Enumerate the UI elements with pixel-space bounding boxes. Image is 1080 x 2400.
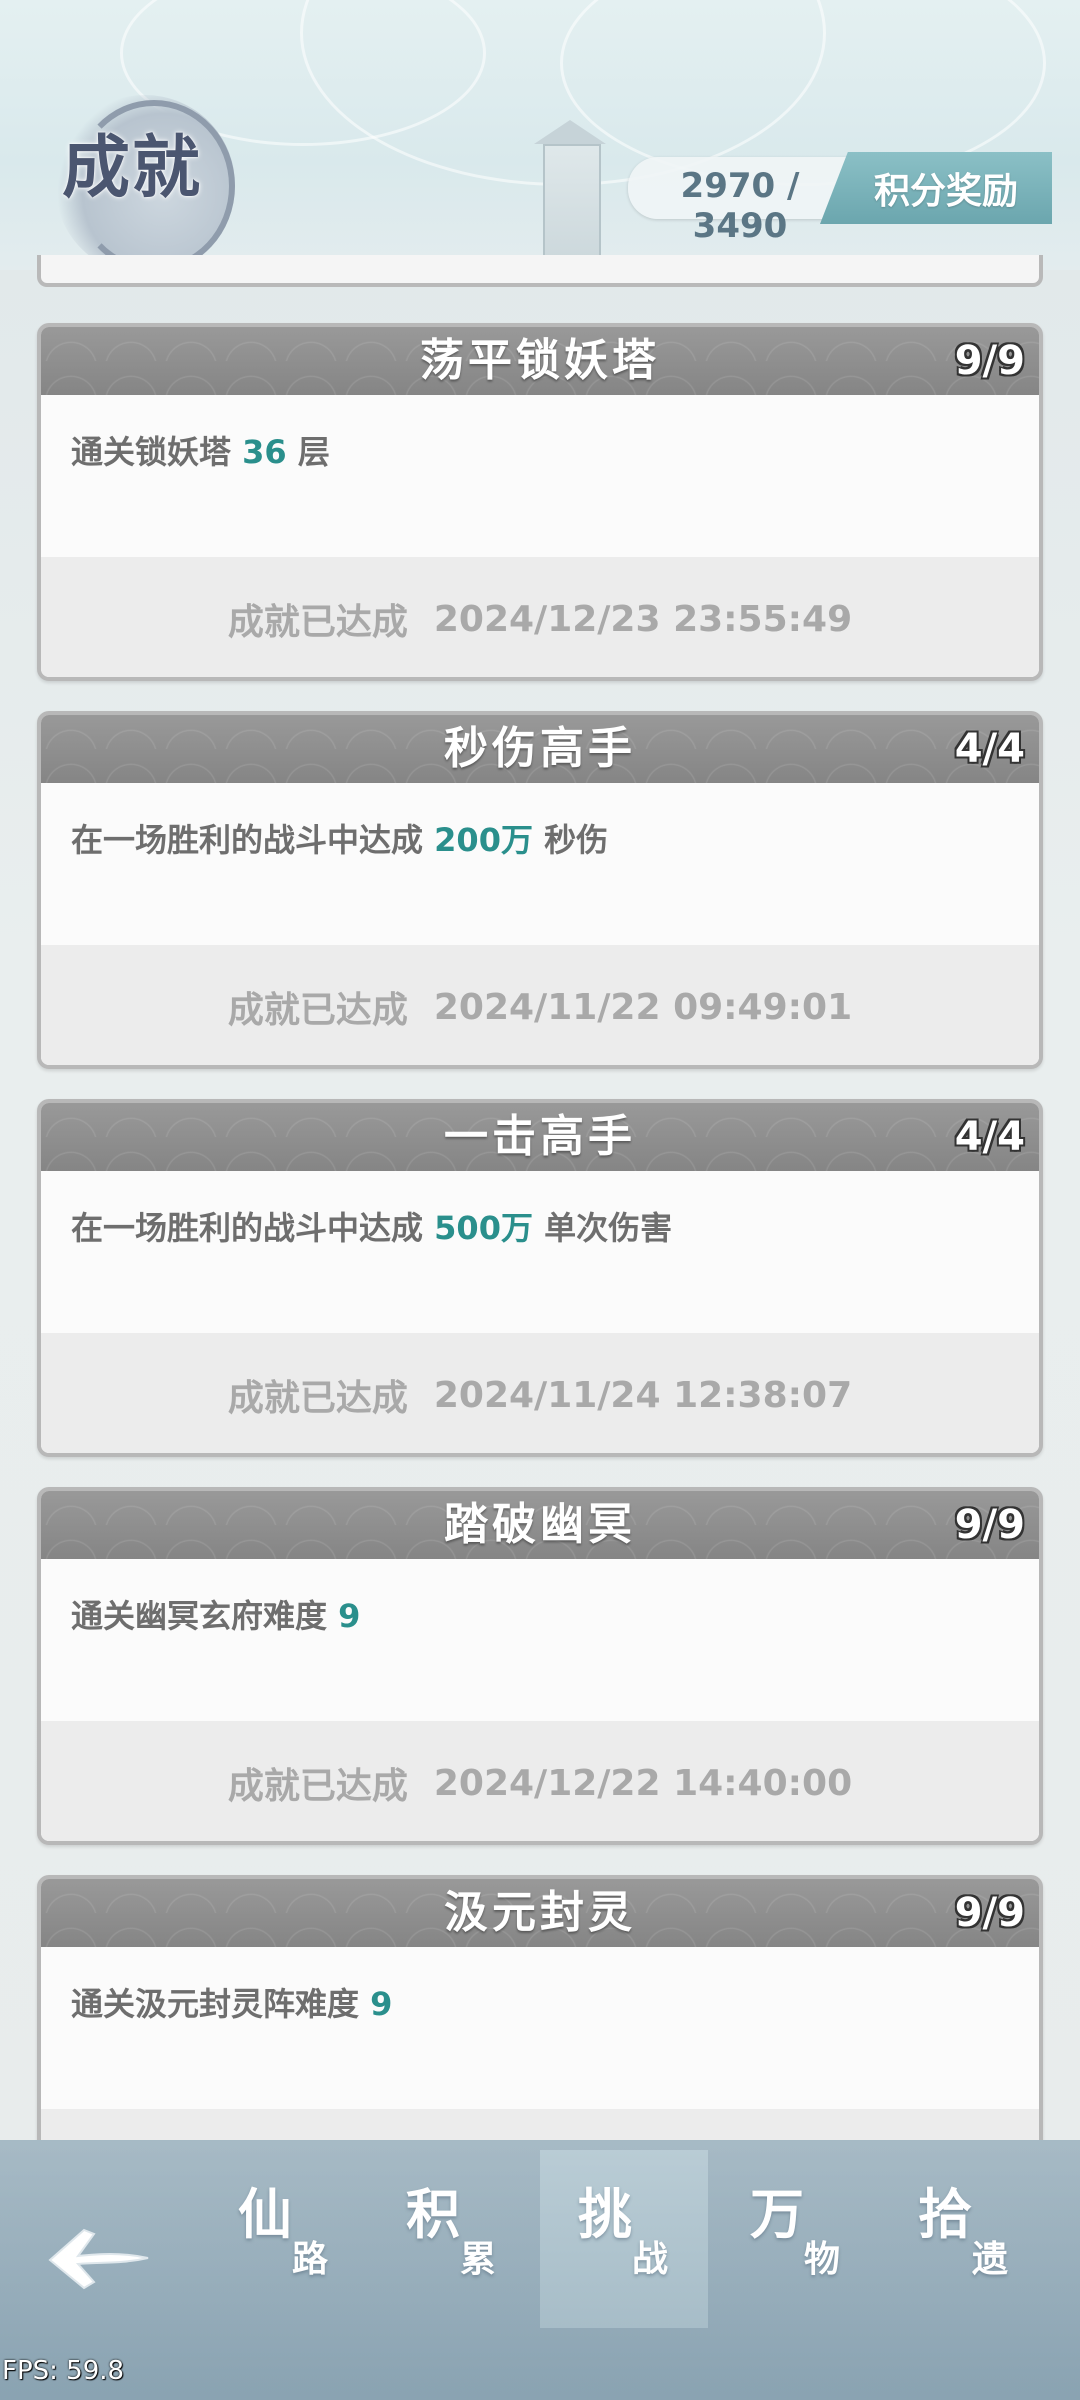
tab-tiaozhan[interactable]: 挑 战 [540, 2150, 708, 2328]
tab-label-main: 挑 [578, 2183, 632, 2246]
achievement-progress: 4/4 [954, 1114, 1025, 1160]
achievement-description: 在一场胜利的战斗中达成 500万 单次伤害 [71, 1203, 672, 1249]
achievement-date: 2024/12/22 14:40:00 [433, 1762, 853, 1804]
bottom-nav: 仙 路 积 累 挑 战 万 物 拾 遗 [0, 2140, 1080, 2400]
tab-label-main: 仙 [238, 2183, 292, 2246]
desc-highlight: 36 [242, 433, 287, 471]
tab-label-sub: 路 [292, 2239, 329, 2280]
achievement-title: 秒伤高手 [444, 723, 636, 774]
card-footer [41, 2109, 1039, 2140]
fps-counter: FPS: 59.8 [2, 2356, 125, 2386]
desc-text: 层 [286, 433, 330, 471]
achievement-progress: 9/9 [954, 1890, 1025, 1936]
achievement-title: 踏破幽冥 [444, 1499, 636, 1550]
desc-text: 秒伤 [532, 821, 609, 859]
back-arrow-icon [48, 2228, 149, 2290]
tab-label-sub: 遗 [972, 2239, 1009, 2280]
achievement-title: 汲元封灵 [444, 1887, 636, 1938]
achievement-date: 2024/11/22 09:49:01 [433, 986, 853, 1028]
header: 成就 2970 / 3490 积分奖励 [0, 0, 1080, 270]
desc-text: 单次伤害 [532, 1209, 673, 1247]
achievement-status: 成就已达成 [227, 1378, 408, 1419]
achievement-card: 一击高手 4/4 在一场胜利的战斗中达成 500万 单次伤害 成就已达成 2024… [37, 1099, 1043, 1457]
desc-highlight: 200万 [434, 821, 533, 859]
tab-label-main: 积 [406, 2183, 460, 2246]
achievement-date: 2024/12/23 23:55:49 [433, 598, 853, 640]
achievement-status: 成就已达成 [227, 1766, 408, 1807]
achievement-description: 通关幽冥玄府难度 9 [71, 1591, 360, 1637]
achievement-title: 荡平锁妖塔 [420, 335, 660, 386]
desc-highlight: 9 [338, 1597, 361, 1635]
points-reward-button[interactable]: 积分奖励 [820, 152, 1052, 224]
tab-label-sub: 累 [460, 2239, 497, 2280]
desc-text: 通关锁妖塔 [71, 433, 243, 471]
desc-highlight: 9 [370, 1985, 393, 2023]
desc-highlight: 500万 [434, 1209, 533, 1247]
achievement-card-partial [37, 255, 1043, 287]
tab-label-sub: 物 [804, 2239, 841, 2280]
achievement-progress: 4/4 [954, 726, 1025, 772]
card-footer: 成就已达成 2024/11/24 12:38:07 [41, 1333, 1039, 1453]
achievement-list[interactable]: 荡平锁妖塔 9/9 通关锁妖塔 36 层 成就已达成 2024/12/23 23:… [0, 255, 1080, 2140]
tab-jilei[interactable]: 积 累 [368, 2150, 536, 2328]
achievement-description: 在一场胜利的战斗中达成 200万 秒伤 [71, 815, 608, 861]
pavilion-decoration [525, 120, 615, 270]
achievement-card: 汲元封灵 9/9 通关汲元封灵阵难度 9 [37, 1875, 1043, 2140]
achievement-progress: 9/9 [954, 338, 1025, 384]
card-footer: 成就已达成 2024/11/22 09:49:01 [41, 945, 1039, 1065]
achievement-card: 秒伤高手 4/4 在一场胜利的战斗中达成 200万 秒伤 成就已达成 2024/1… [37, 711, 1043, 1069]
achievement-title: 一击高手 [444, 1111, 636, 1162]
achievement-progress: 9/9 [954, 1502, 1025, 1548]
tab-shiyi[interactable]: 拾 遗 [880, 2150, 1048, 2328]
achievement-status: 成就已达成 [227, 990, 408, 1031]
tab-label-sub: 战 [632, 2239, 669, 2280]
desc-text: 通关幽冥玄府难度 [71, 1597, 339, 1635]
tab-label-main: 拾 [918, 2183, 972, 2246]
tab-label-main: 万 [750, 2183, 804, 2246]
achievement-date: 2024/11/24 12:38:07 [433, 1374, 853, 1416]
desc-text: 通关汲元封灵阵难度 [71, 1985, 371, 2023]
achievement-description: 通关汲元封灵阵难度 9 [71, 1979, 392, 2025]
achievement-status: 成就已达成 [227, 602, 408, 643]
page-title: 成就 [62, 129, 203, 208]
desc-text: 在一场胜利的战斗中达成 [71, 821, 435, 859]
achievement-description: 通关锁妖塔 36 层 [71, 427, 330, 473]
desc-text: 在一场胜利的战斗中达成 [71, 1209, 435, 1247]
achievement-card: 荡平锁妖塔 9/9 通关锁妖塔 36 层 成就已达成 2024/12/23 23:… [37, 323, 1043, 681]
achievement-card: 踏破幽冥 9/9 通关幽冥玄府难度 9 成就已达成 2024/12/22 14:4… [37, 1487, 1043, 1845]
score-counter: 2970 / 3490 [680, 166, 800, 246]
tab-wanwu[interactable]: 万 物 [712, 2150, 880, 2328]
card-footer: 成就已达成 2024/12/22 14:40:00 [41, 1721, 1039, 1841]
back-button[interactable] [40, 2200, 160, 2310]
card-footer: 成就已达成 2024/12/23 23:55:49 [41, 557, 1039, 677]
tab-xianlu[interactable]: 仙 路 [200, 2150, 368, 2328]
